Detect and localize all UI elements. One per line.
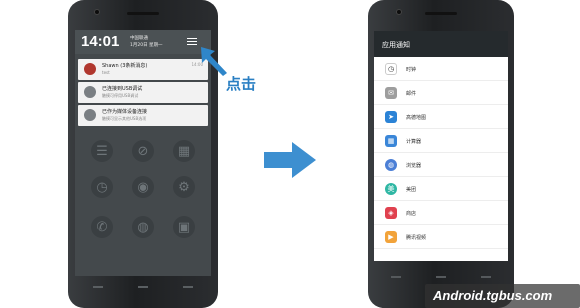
mail-icon: ✉ (385, 87, 397, 99)
usb-icon (84, 109, 96, 121)
app-bar: 应用通知 (374, 31, 508, 57)
left-phone: 14:01 中国联通 1月20日 星期一 Shawn (3条新消息) test … (68, 0, 218, 308)
list-item[interactable]: ✉ 邮件 (374, 81, 508, 105)
notification-shade-screen: 14:01 中国联通 1月20日 星期一 Shawn (3条新消息) test … (75, 30, 211, 276)
app-label: 美团 (406, 187, 417, 193)
data-tile-icon[interactable]: ▦ (173, 140, 195, 162)
app-label: 腾讯视频 (406, 235, 427, 241)
app-label: 邮件 (406, 91, 417, 97)
speaker (127, 12, 159, 15)
map-icon: ➤ (385, 111, 397, 123)
notification-item[interactable]: Shawn (3条新消息) test 14:00 (78, 59, 208, 80)
app-label: 高德地图 (406, 115, 427, 121)
notification-header: 14:01 中国联通 1月20日 星期一 (75, 30, 211, 54)
home-key[interactable] (435, 276, 446, 278)
right-arrow-icon (264, 142, 316, 178)
date-text: 1月20日 星期一 (130, 43, 163, 48)
speaker (425, 12, 457, 15)
clock-time: 14:01 (81, 33, 120, 50)
notification-item[interactable]: 已连接到USB调试 触摸可停用USB调试 (78, 82, 208, 103)
navigation-bar (374, 270, 508, 284)
list-item[interactable]: ◍ 浏览器 (374, 153, 508, 177)
list-item[interactable]: ▦ 计算器 (374, 129, 508, 153)
gallery-tile-icon[interactable]: ▣ (173, 216, 195, 238)
notification-subtitle: test (102, 70, 110, 75)
page-title: 应用通知 (382, 41, 410, 49)
front-camera (94, 9, 100, 15)
menu-key[interactable] (480, 276, 491, 278)
app-label: 浏览器 (406, 163, 422, 169)
notification-subtitle: 触摸可显示其他USB选项 (102, 116, 147, 121)
navigation-bar (75, 280, 211, 294)
list-item[interactable]: ◷ 时钟 (374, 57, 508, 81)
browser-icon: ◍ (385, 159, 397, 171)
avatar (84, 63, 96, 75)
app-label: 时钟 (406, 67, 417, 73)
alarm-tile-icon[interactable]: ◷ (91, 176, 113, 198)
notification-title: 已连接到USB调试 (102, 86, 143, 92)
mute-tile-icon[interactable]: ⊘ (132, 140, 154, 162)
menu-key[interactable] (183, 286, 194, 288)
front-camera (396, 9, 402, 15)
camera-tile-icon[interactable]: ◉ (132, 176, 154, 198)
watermark: Android.tgbus.com (425, 284, 580, 308)
watermark-text: Android.tgbus.com (433, 288, 553, 303)
list-item[interactable]: ▶ 腾讯视频 (374, 225, 508, 249)
carrier-text: 中国联通 (130, 36, 148, 41)
notification-subtitle: 触摸可停用USB调试 (102, 93, 139, 98)
settings-menu-icon[interactable] (187, 38, 197, 45)
phone-tile-icon[interactable]: ✆ (91, 216, 113, 238)
notification-title: 已作为媒体设备连接 (102, 109, 148, 115)
back-key[interactable] (92, 286, 103, 288)
video-icon: ▶ (385, 231, 397, 243)
list-item[interactable]: ➤ 高德地图 (374, 105, 508, 129)
app-notifications-screen: 应用通知 ◷ 时钟 ✉ 邮件 ➤ 高德地图 ▦ 计算器 ◍ 浏览器 美 美团 ◈… (374, 31, 508, 261)
home-key[interactable] (137, 286, 148, 288)
browser-tile-icon[interactable]: ◍ (132, 216, 154, 238)
right-phone: 应用通知 ◷ 时钟 ✉ 邮件 ➤ 高德地图 ▦ 计算器 ◍ 浏览器 美 美团 ◈… (368, 0, 514, 308)
settings-tile-icon[interactable]: ⚙ (173, 176, 195, 198)
clock-icon: ◷ (385, 63, 397, 75)
store-icon: ◈ (385, 207, 397, 219)
list-item[interactable]: ◈ 商店 (374, 201, 508, 225)
meituan-icon: 美 (385, 183, 397, 195)
callout-arrow-icon (201, 47, 227, 76)
usb-debug-icon (84, 86, 96, 98)
calculator-icon: ▦ (385, 135, 397, 147)
list-item[interactable]: 美 美团 (374, 177, 508, 201)
notification-item[interactable]: 已作为媒体设备连接 触摸可显示其他USB选项 (78, 105, 208, 126)
back-key[interactable] (391, 276, 402, 278)
notification-title: Shawn (3条新消息) (102, 63, 148, 69)
wifi-tile-icon[interactable]: ☰ (91, 140, 113, 162)
app-label: 计算器 (406, 139, 422, 145)
callout-label: 点击 (226, 75, 257, 93)
app-label: 商店 (406, 211, 417, 217)
